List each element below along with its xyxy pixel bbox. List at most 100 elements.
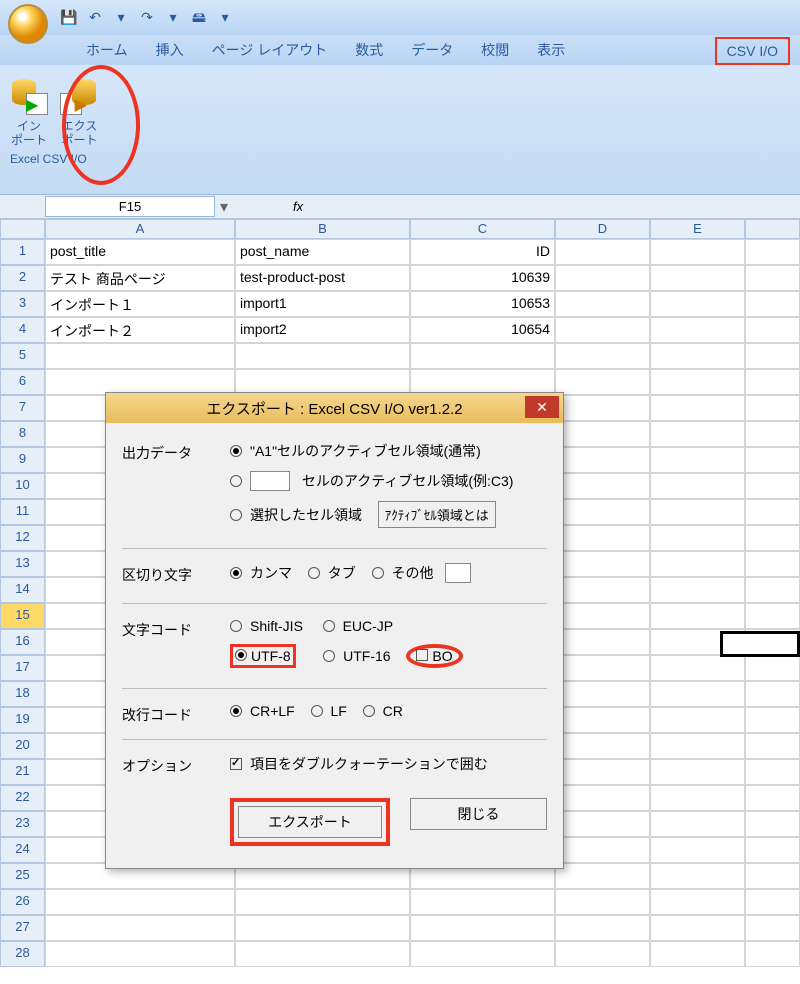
cell[interactable]	[650, 759, 745, 785]
cell[interactable]	[555, 395, 650, 421]
cell[interactable]: ID	[410, 239, 555, 265]
cell[interactable]	[650, 863, 745, 889]
row-header-28[interactable]: 28	[0, 941, 45, 967]
col-header-C[interactable]: C	[410, 219, 555, 239]
cell[interactable]	[650, 421, 745, 447]
col-header-D[interactable]: D	[555, 219, 650, 239]
radio-selection[interactable]	[230, 509, 242, 521]
row-header-25[interactable]: 25	[0, 863, 45, 889]
cell[interactable]	[650, 473, 745, 499]
row-header-11[interactable]: 11	[0, 499, 45, 525]
cell[interactable]	[555, 291, 650, 317]
row-header-3[interactable]: 3	[0, 291, 45, 317]
cell[interactable]	[650, 447, 745, 473]
cell[interactable]	[745, 239, 800, 265]
radio-sjis[interactable]	[230, 620, 242, 632]
other-delim-input[interactable]	[445, 563, 471, 583]
cell[interactable]	[650, 317, 745, 343]
cell[interactable]	[45, 915, 235, 941]
cell[interactable]	[555, 603, 650, 629]
cell[interactable]	[745, 837, 800, 863]
cell[interactable]	[555, 239, 650, 265]
radio-crlf[interactable]	[230, 705, 242, 717]
cell[interactable]	[650, 343, 745, 369]
qat-dd-icon[interactable]: ▾	[214, 7, 236, 29]
cell[interactable]	[650, 577, 745, 603]
row-header-23[interactable]: 23	[0, 811, 45, 837]
cell[interactable]	[410, 889, 555, 915]
cell[interactable]	[235, 941, 410, 967]
cell[interactable]	[650, 785, 745, 811]
cell[interactable]	[745, 265, 800, 291]
cell[interactable]	[745, 421, 800, 447]
cell[interactable]	[650, 837, 745, 863]
row-header-4[interactable]: 4	[0, 317, 45, 343]
cell[interactable]	[650, 733, 745, 759]
row-header-15[interactable]: 15	[0, 603, 45, 629]
row-header-20[interactable]: 20	[0, 733, 45, 759]
cell[interactable]	[745, 889, 800, 915]
cell[interactable]	[745, 759, 800, 785]
cell[interactable]	[745, 525, 800, 551]
row-header-10[interactable]: 10	[0, 473, 45, 499]
cell[interactable]	[555, 811, 650, 837]
office-button[interactable]	[8, 4, 48, 44]
cell[interactable]	[555, 863, 650, 889]
cell[interactable]	[745, 499, 800, 525]
cell[interactable]	[745, 317, 800, 343]
fx-label[interactable]: fx	[233, 199, 323, 214]
cell[interactable]: import2	[235, 317, 410, 343]
row-header-27[interactable]: 27	[0, 915, 45, 941]
cell[interactable]	[650, 811, 745, 837]
cell[interactable]	[650, 551, 745, 577]
row-header-18[interactable]: 18	[0, 681, 45, 707]
cell[interactable]	[745, 577, 800, 603]
cell[interactable]	[555, 655, 650, 681]
name-box[interactable]: F15	[45, 196, 215, 217]
close-dialog-button[interactable]: 閉じる	[410, 798, 547, 830]
close-button[interactable]: ✕	[525, 396, 559, 418]
cell[interactable]	[555, 629, 650, 655]
radio-cr[interactable]	[363, 705, 375, 717]
cell[interactable]	[555, 499, 650, 525]
cell-ref-input[interactable]	[250, 471, 290, 491]
col-header-E[interactable]: E	[650, 219, 745, 239]
row-header-19[interactable]: 19	[0, 707, 45, 733]
cell[interactable]: post_name	[235, 239, 410, 265]
cell[interactable]: import1	[235, 291, 410, 317]
row-header-17[interactable]: 17	[0, 655, 45, 681]
row-header-21[interactable]: 21	[0, 759, 45, 785]
cell[interactable]	[650, 889, 745, 915]
cell[interactable]	[650, 395, 745, 421]
cell[interactable]	[555, 421, 650, 447]
active-region-help-button[interactable]: ｱｸﾃｨﾌﾞｾﾙ領域とは	[378, 501, 496, 528]
cell[interactable]	[555, 733, 650, 759]
cell[interactable]	[650, 707, 745, 733]
cell[interactable]	[555, 369, 650, 395]
cell[interactable]: 10639	[410, 265, 555, 291]
cell[interactable]	[745, 941, 800, 967]
cell[interactable]	[650, 915, 745, 941]
redo-icon[interactable]: ↷	[136, 7, 158, 29]
row-header-8[interactable]: 8	[0, 421, 45, 447]
tab-insert[interactable]: 挿入	[142, 35, 198, 65]
cell[interactable]	[555, 837, 650, 863]
export-button[interactable]: ▶ エクス ポート	[60, 71, 98, 148]
namebox-dropdown-icon[interactable]: ▾	[215, 197, 233, 217]
cell[interactable]	[650, 681, 745, 707]
cell[interactable]	[410, 915, 555, 941]
export-button[interactable]: エクスポート	[238, 806, 382, 838]
cell[interactable]	[235, 889, 410, 915]
row-header-13[interactable]: 13	[0, 551, 45, 577]
radio-utf16[interactable]	[323, 650, 335, 662]
cell[interactable]	[555, 265, 650, 291]
cell[interactable]	[650, 291, 745, 317]
cell[interactable]	[745, 733, 800, 759]
cell[interactable]	[745, 343, 800, 369]
cell[interactable]	[555, 915, 650, 941]
cell[interactable]: 10653	[410, 291, 555, 317]
row-header-14[interactable]: 14	[0, 577, 45, 603]
cell[interactable]	[555, 759, 650, 785]
row-header-22[interactable]: 22	[0, 785, 45, 811]
cell[interactable]	[555, 577, 650, 603]
